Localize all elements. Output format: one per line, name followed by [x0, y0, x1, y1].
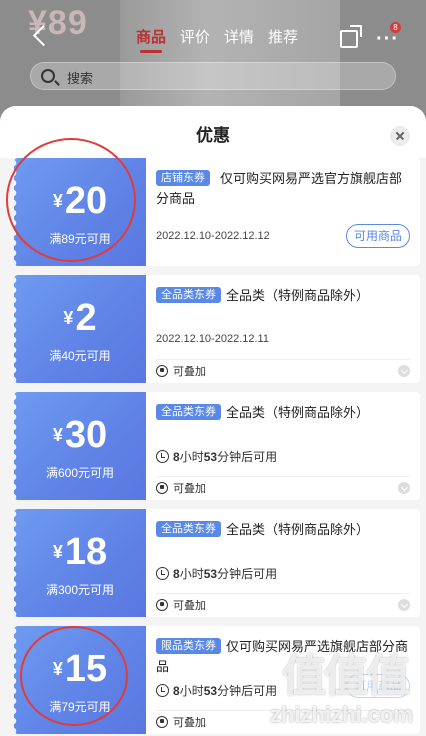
available-products-button[interactable]: 可用商品	[346, 674, 410, 698]
coupon-countdown: 8小时53分钟后可用	[156, 682, 277, 699]
coupon-title: 仅可购买网易严选旗舰店部分商品	[156, 639, 409, 674]
stack-icon	[156, 481, 168, 494]
coupon-value-panel: ¥18 满300元可用	[14, 509, 146, 617]
chevron-down-icon[interactable]	[398, 482, 410, 494]
search-input[interactable]: 搜索	[30, 62, 396, 90]
search-placeholder: 搜索	[67, 71, 94, 86]
back-arrow-icon[interactable]	[28, 22, 56, 50]
coupon-card[interactable]: ¥2 满40元可用 全品类东券 全品类（特例商品除外） 2022.12.10-2…	[14, 275, 420, 383]
coupon-info: 全品类东券 全品类（特例商品除外） 8小时53分钟后可用 可叠加	[146, 392, 420, 500]
stack-icon	[156, 598, 168, 611]
chevron-down-icon[interactable]	[398, 599, 410, 611]
tab-reviews[interactable]: 评价	[180, 26, 210, 47]
coupon-amount: ¥2	[63, 297, 97, 339]
coupon-info: 全品类东券 全品类（特例商品除外） 8小时53分钟后可用 可叠加	[146, 509, 420, 617]
coupon-amount: ¥30	[52, 414, 108, 456]
sheet-header: 优惠	[0, 106, 426, 158]
tab-details[interactable]: 详情	[224, 26, 254, 47]
coupon-info: 全品类东券 全品类（特例商品除外） 2022.12.10-2022.12.11 …	[146, 275, 420, 383]
clock-icon	[156, 450, 169, 463]
tab-recommend[interactable]: 推荐	[268, 26, 298, 47]
stack-icon	[156, 364, 168, 377]
coupon-value-panel: ¥30 满600元可用	[14, 392, 146, 500]
coupon-value-panel: ¥2 满40元可用	[14, 275, 146, 383]
clock-icon	[156, 567, 169, 580]
coupon-card[interactable]: ¥18 满300元可用 全品类东券 全品类（特例商品除外） 8小时53分钟后可用…	[14, 509, 420, 617]
coupon-title: 仅可购买网易严选官方旗舰店部分商品	[156, 171, 403, 206]
coupon-info: 限品类东券 仅可购买网易严选旗舰店部分商品 8小时53分钟后可用 可用商品 可叠…	[146, 626, 420, 734]
coupon-condition: 满79元可用	[49, 700, 111, 714]
tab-products[interactable]: 商品	[136, 26, 166, 53]
coupon-value-panel: ¥20 满89元可用	[14, 158, 146, 266]
coupon-value-panel: ¥15 满79元可用	[14, 626, 146, 734]
stackable-label: 可叠加	[173, 365, 206, 378]
top-navigation-bar: 商品 评价 详情 推荐 ··· 8	[0, 14, 426, 58]
coupon-condition: 满40元可用	[49, 349, 111, 363]
coupon-amount: ¥15	[52, 648, 108, 690]
coupon-sheet: 优惠 ¥20 满89元可用 店铺东券 仅可购买网易严选官方旗舰店部分商品 202…	[0, 106, 426, 736]
stackable-label: 可叠加	[173, 599, 206, 612]
stack-icon	[156, 715, 168, 728]
stackable-label: 可叠加	[173, 482, 206, 495]
search-icon	[41, 69, 55, 83]
coupon-title: 全品类（特例商品除外）	[226, 405, 370, 420]
product-page-background: ¥89 商品 评价 详情 推荐 ··· 8 搜索	[0, 0, 426, 120]
stackable-row[interactable]: 可叠加	[156, 476, 410, 498]
page-tabs: 商品 评价 详情 推荐	[136, 26, 298, 53]
coupon-condition: 满300元可用	[45, 583, 115, 597]
coupon-condition: 满89元可用	[49, 232, 111, 246]
close-icon[interactable]	[390, 126, 410, 146]
share-icon[interactable]	[340, 25, 362, 48]
coupon-card[interactable]: ¥20 满89元可用 店铺东券 仅可购买网易严选官方旗舰店部分商品 2022.1…	[14, 158, 420, 266]
coupon-validity: 2022.12.10-2022.12.11	[156, 333, 269, 345]
coupon-card[interactable]: ¥30 满600元可用 全品类东券 全品类（特例商品除外） 8小时53分钟后可用…	[14, 392, 420, 500]
stackable-row[interactable]: 可叠加	[156, 593, 410, 615]
coupon-countdown: 8小时53分钟后可用	[156, 565, 277, 582]
coupon-title: 全品类（特例商品除外）	[226, 522, 370, 537]
coupon-card[interactable]: ¥15 满79元可用 限品类东券 仅可购买网易严选旗舰店部分商品 8小时53分钟…	[14, 626, 420, 734]
coupon-countdown: 8小时53分钟后可用	[156, 448, 277, 465]
coupon-validity: 2022.12.10-2022.12.12	[156, 230, 270, 242]
chevron-down-icon[interactable]	[398, 365, 410, 377]
coupon-info: 店铺东券 仅可购买网易严选官方旗舰店部分商品 2022.12.10-2022.1…	[146, 158, 420, 266]
sheet-title: 优惠	[196, 126, 230, 145]
coupon-amount: ¥20	[52, 180, 108, 222]
stackable-label: 可叠加	[173, 716, 206, 729]
clock-icon	[156, 684, 169, 697]
coupon-condition: 满600元可用	[45, 466, 115, 480]
coupon-amount: ¥18	[52, 531, 108, 573]
coupon-title: 全品类（特例商品除外）	[226, 288, 370, 303]
notification-badge: 8	[390, 22, 401, 33]
stackable-row[interactable]: 可叠加	[156, 710, 410, 732]
available-products-button[interactable]: 可用商品	[346, 224, 410, 248]
stackable-row[interactable]: 可叠加	[156, 359, 410, 381]
